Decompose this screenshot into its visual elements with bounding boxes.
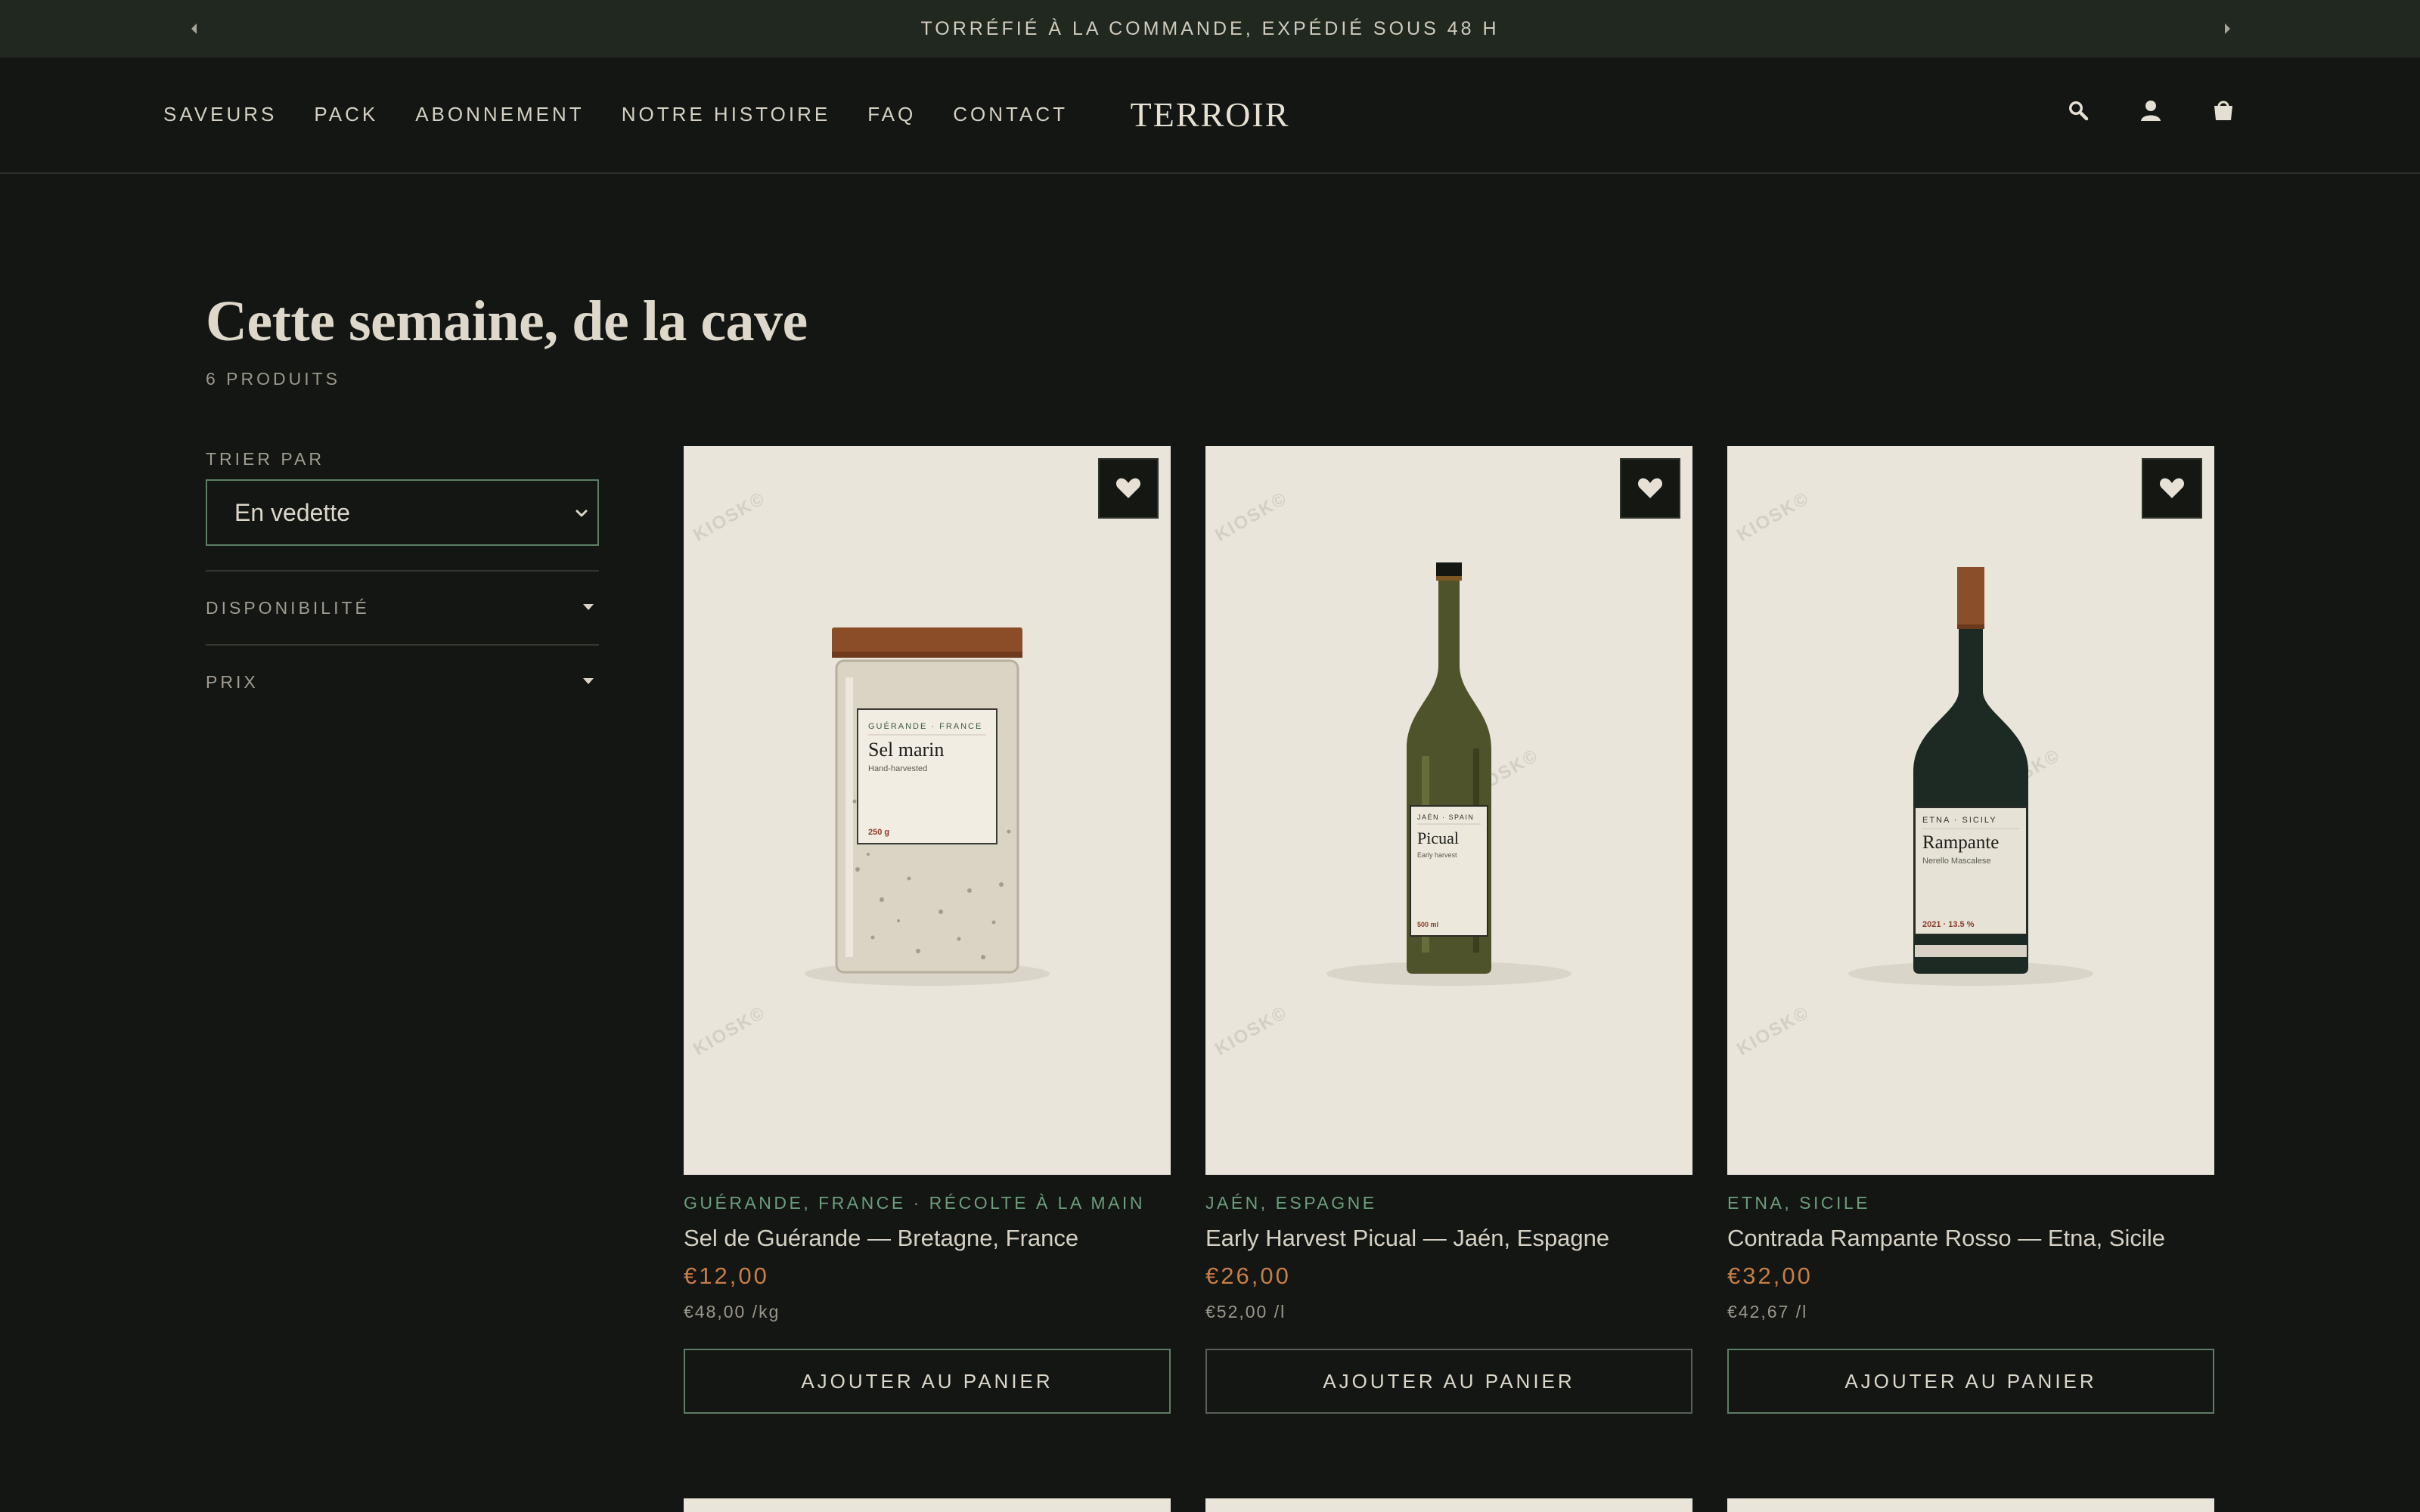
heart-icon [1637,478,1663,498]
nav-contact[interactable]: CONTACT [953,103,1068,126]
site-logo[interactable]: TERROIR [1131,94,1290,135]
product-unit-price: €52,00 /l [1205,1302,1286,1321]
page-title: Cette semaine, de la cave [206,290,808,353]
announcement-prev-button[interactable] [185,20,203,38]
product-name[interactable]: Early Harvest Picual — Jaén, Espagne [1205,1225,1609,1252]
account-button[interactable] [2136,95,2166,125]
product-region: ETNA, SICILE [1727,1193,1870,1213]
nav-notre-histoire[interactable]: NOTRE HISTOIRE [622,103,831,126]
heart-icon [2159,478,2185,498]
product-price: €12,00 [684,1263,769,1289]
cart-button[interactable] [2208,95,2238,125]
salt-jar-illustration: GUÉRANDE · FRANCE Sel marin Hand-harvest… [805,627,1050,986]
product-image[interactable]: KIOSK© KIOSK© KIOSK© GUÉRANDE · FRANCE S… [684,446,1171,1175]
nav-saveurs[interactable]: SAVEURS [163,103,277,126]
caret-down-icon [583,604,594,610]
add-to-cart-button[interactable]: AJOUTER AU PANIER [684,1349,1171,1414]
filter-availability[interactable]: DISPONIBILITÉ [206,570,599,644]
announcement-next-button[interactable] [2219,20,2237,38]
search-button[interactable] [2063,95,2093,125]
wishlist-button[interactable] [2142,458,2202,519]
product-card-next-row[interactable] [1205,1498,1692,1512]
product-price: €26,00 [1205,1263,1291,1289]
wine-bottle-illustration: ETNA · SICILY Rampante Nerello Mascalese… [1848,567,2093,986]
wishlist-button[interactable] [1620,458,1680,519]
announcement-bar: TORRÉFIÉ À LA COMMANDE, EXPÉDIÉ SOUS 48 … [0,0,2420,57]
caret-right-icon [2225,23,2230,34]
product-image[interactable]: KIOSK© KIOSK© KIOSK© JAÉN · SPAIN Picual… [1205,446,1692,1175]
bottle-label-title: Picual [1417,829,1459,847]
cart-icon [2214,101,2232,120]
header-actions [2063,95,2238,125]
filter-price-label: PRIX [206,671,259,692]
product-region: JAÉN, ESPAGNE [1205,1193,1377,1213]
filter-price[interactable]: PRIX [206,644,599,718]
nav-abonnement[interactable]: ABONNEMENT [415,103,584,126]
sort-select-value: En vedette [234,498,350,526]
chevron-down-icon [576,510,588,517]
jar-label-subtitle: Hand-harvested [868,764,927,773]
jar-label-title: Sel marin [868,739,944,761]
sort-label: TRIER PAR [206,449,324,469]
add-to-cart-button[interactable]: AJOUTER AU PANIER [1205,1349,1692,1414]
product-card-next-row[interactable] [1727,1498,2214,1512]
site-header: SAVEURS PACK ABONNEMENT NOTRE HISTOIRE F… [0,57,2420,174]
product-unit-price: €42,67 /l [1727,1302,1808,1321]
product-count: 6 PRODUITS [206,369,341,389]
product-region: GUÉRANDE, FRANCE · RÉCOLTE À LA MAIN [684,1193,1145,1213]
nav-faq[interactable]: FAQ [867,103,916,126]
filter-availability-label: DISPONIBILITÉ [206,597,370,618]
product-unit-price: €48,00 /kg [684,1302,780,1321]
bottle-label-subtitle: Early harvest [1417,851,1457,859]
caret-down-icon [583,678,594,684]
product-price: €32,00 [1727,1263,1813,1289]
wine-label-origin: ETNA · SICILY [1922,816,1997,825]
wishlist-button[interactable] [1098,458,1159,519]
bottle-label-origin: JAÉN · SPAIN [1417,813,1474,821]
jar-label-size: 250 g [868,828,889,837]
account-icon [2141,101,2161,121]
search-icon [2069,101,2089,121]
heart-icon [1115,478,1141,498]
olive-oil-bottle-illustration: JAÉN · SPAIN Picual Early harvest 500 ml [1326,562,1571,986]
nav-pack[interactable]: PACK [314,103,378,126]
product-card-next-row[interactable] [684,1498,1171,1512]
main-nav: SAVEURS PACK ABONNEMENT NOTRE HISTOIRE F… [163,57,1105,171]
product-name[interactable]: Contrada Rampante Rosso — Etna, Sicile [1727,1225,2165,1252]
bottle-label-size: 500 ml [1417,921,1438,928]
wine-label-title: Rampante [1922,832,1999,853]
caret-left-icon [191,23,197,34]
sort-select[interactable]: En vedette [206,479,599,546]
product-name[interactable]: Sel de Guérande — Bretagne, France [684,1225,1078,1252]
product-image[interactable]: KIOSK© KIOSK© KIOSK© ETNA · SICILY Rampa… [1727,446,2214,1175]
jar-label-origin: GUÉRANDE · FRANCE [868,721,982,731]
add-to-cart-button[interactable]: AJOUTER AU PANIER [1727,1349,2214,1414]
announcement-text: TORRÉFIÉ À LA COMMANDE, EXPÉDIÉ SOUS 48 … [920,17,1500,39]
wine-label-size: 2021 · 13.5 % [1922,920,1975,929]
wine-label-subtitle: Nerello Mascalese [1922,857,1990,866]
